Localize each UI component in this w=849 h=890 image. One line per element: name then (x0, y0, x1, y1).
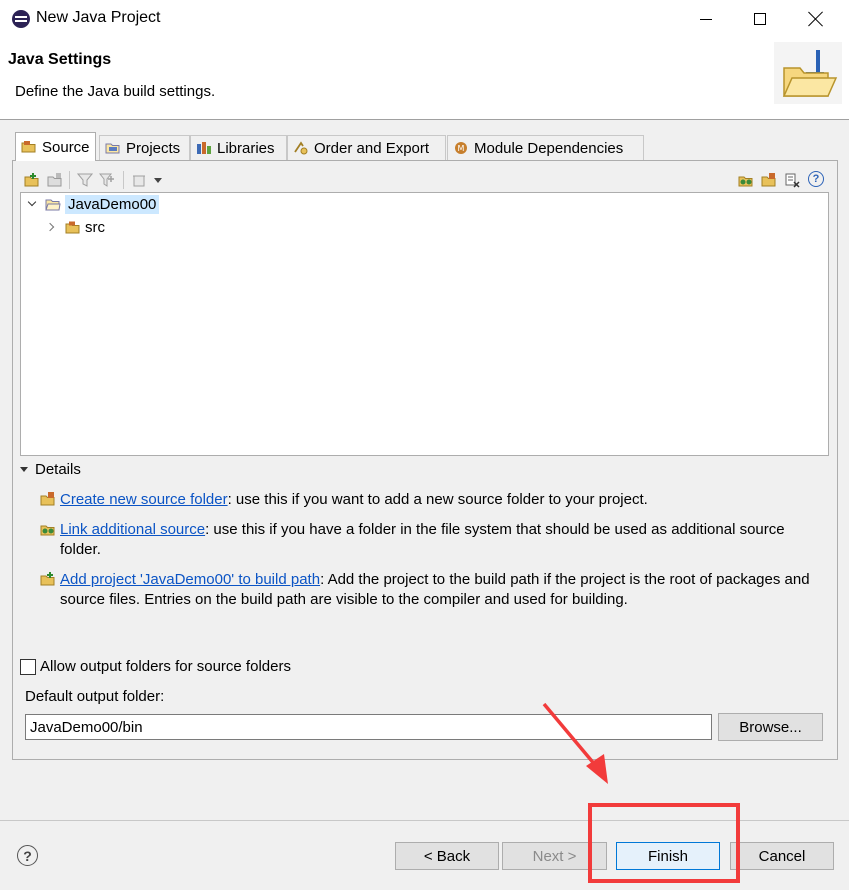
remove-icon[interactable] (131, 172, 147, 188)
tab-libraries[interactable]: Libraries (190, 135, 287, 160)
page-title: Java Settings (8, 51, 112, 68)
detail-item-add-project: Add project 'JavaDemo00' to build path: … (60, 570, 820, 610)
libraries-icon (196, 140, 212, 156)
tab-label: Libraries (217, 139, 275, 157)
tab-source[interactable]: Source (15, 132, 96, 161)
page-description: Define the Java build settings. (15, 83, 216, 100)
maximize-icon (754, 13, 766, 25)
link-folder-icon[interactable] (47, 172, 63, 188)
details-label: Details (35, 461, 81, 478)
tab-label: Module Dependencies (474, 139, 624, 157)
default-output-folder-input[interactable] (25, 714, 712, 740)
finish-button[interactable]: Finish (616, 842, 720, 870)
create-source-folder-link[interactable]: Create new source folder (60, 491, 228, 508)
detail-item-link: Link additional source: use this if you … (60, 520, 820, 560)
source-tree: JavaDemo00 src (20, 192, 829, 456)
next-button: Next > (502, 842, 607, 870)
chevron-right-icon[interactable] (47, 222, 57, 232)
projects-icon (105, 140, 121, 156)
add-project-icon (40, 572, 55, 586)
details-toggle[interactable]: Details (20, 461, 81, 478)
window-title: New Java Project (36, 9, 161, 26)
tree-item-label: JavaDemo00 (65, 194, 160, 214)
close-button[interactable] (793, 0, 839, 38)
minimize-button[interactable] (683, 0, 729, 38)
allow-output-folders-checkbox[interactable] (20, 659, 36, 675)
link-source-icon (40, 525, 55, 536)
add-folder-icon[interactable] (24, 172, 40, 188)
default-output-folder-label: Default output folder: (25, 688, 165, 705)
tab-module-dependencies[interactable]: M Module Dependencies (447, 135, 644, 160)
tab-label: Source (42, 138, 90, 156)
chevron-down-icon[interactable] (27, 199, 37, 209)
link-source-icon[interactable] (738, 172, 754, 188)
svg-text:M: M (458, 144, 465, 153)
module-icon: M (453, 140, 469, 156)
tree-item-label: src (85, 218, 105, 236)
bottom-separator (0, 820, 849, 821)
package-folder-icon (65, 221, 81, 234)
filter-icon[interactable] (77, 172, 93, 188)
folder-banner-icon (774, 42, 842, 104)
help-toolbar-icon[interactable]: ? (808, 171, 824, 187)
close-icon (808, 11, 824, 27)
browse-button[interactable]: Browse... (718, 713, 823, 741)
source-folder-icon (21, 139, 37, 155)
back-button[interactable]: < Back (395, 842, 499, 870)
wizard-header (0, 38, 849, 120)
tab-label: Order and Export (314, 139, 430, 157)
filter-edit-icon[interactable] (99, 172, 115, 188)
allow-output-folders-label: Allow output folders for source folders (40, 658, 291, 675)
minimize-icon (700, 18, 712, 20)
tree-toolbar: ? (20, 168, 830, 192)
new-source-folder-icon[interactable] (761, 172, 777, 188)
detail-text: : use this if you want to add a new sour… (227, 491, 648, 508)
tree-item-root[interactable]: JavaDemo00 (27, 193, 160, 215)
new-source-folder-icon (40, 492, 55, 506)
eclipse-app-icon (12, 10, 30, 28)
remove-entry-icon[interactable] (784, 172, 800, 188)
triangle-down-icon (20, 467, 28, 472)
dropdown-arrow-icon[interactable] (154, 178, 162, 183)
tab-order-export[interactable]: Order and Export (287, 135, 446, 160)
tab-label: Projects (126, 139, 181, 157)
tree-item-src[interactable]: src (47, 216, 105, 238)
project-folder-icon (45, 198, 61, 211)
tab-projects[interactable]: Projects (99, 135, 190, 160)
detail-item-create: Create new source folder: use this if yo… (60, 490, 820, 510)
add-project-build-path-link[interactable]: Add project 'JavaDemo00' to build path (60, 571, 320, 588)
link-additional-source-link[interactable]: Link additional source (60, 521, 205, 538)
maximize-button[interactable] (737, 0, 783, 38)
order-export-icon (293, 140, 309, 156)
cancel-button[interactable]: Cancel (730, 842, 834, 870)
help-icon[interactable]: ? (17, 845, 38, 866)
